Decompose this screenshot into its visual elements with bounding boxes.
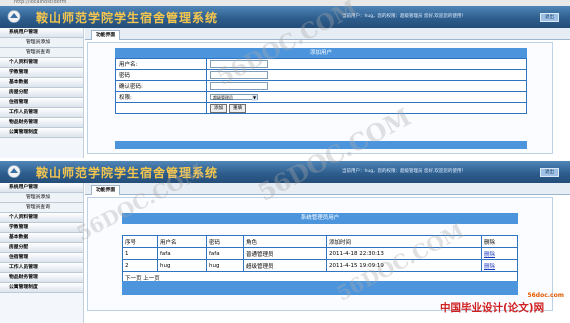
username-label: 用户名: bbox=[115, 58, 207, 70]
cell-no: 2 bbox=[122, 259, 158, 272]
column-header-time: 添加时间 bbox=[326, 235, 482, 248]
sidebar-item-user-management[interactable]: 系统用户管理 bbox=[0, 28, 83, 38]
site-brand: 56doc.com 中国毕业设计(论文)网 bbox=[440, 292, 568, 318]
column-header-no: 序号 bbox=[122, 235, 158, 248]
cell-role: 超级管理员 bbox=[243, 259, 327, 272]
sidebar-item-rules[interactable]: 公寓管理制度 bbox=[0, 128, 83, 138]
address-text: http://localhost/dorm bbox=[14, 0, 67, 5]
sidebar: 系统用户管理 管理员添加 管理员查询 个人资料管理 学教管理 基本数据 房屋分配… bbox=[0, 28, 84, 158]
admin-list-panel: 系统管理员用户 序号 用户名 密码 角色 添加时间 删除 1 fafa fafa… bbox=[87, 197, 553, 311]
password-label: 密码 bbox=[115, 69, 207, 81]
cell-username: fafa bbox=[157, 247, 207, 260]
sidebar-item-staff[interactable]: 工作人员管理 bbox=[0, 108, 83, 118]
role-label: 权限: bbox=[115, 91, 207, 103]
column-header-password: 密码 bbox=[206, 235, 244, 248]
table-header-row: 序号 用户名 密码 角色 添加时间 删除 bbox=[122, 235, 518, 248]
sidebar-item-query-admin[interactable]: 管理员查询 bbox=[0, 203, 83, 213]
sidebar-item-add-admin[interactable]: 管理员添加 bbox=[0, 193, 83, 203]
main-area: 功能界面 添加用户 用户名: 密码 确认密码: 权限: 超级管理员 ▼ 添加 重… bbox=[85, 28, 570, 158]
column-header-role: 角色 bbox=[243, 235, 327, 248]
sidebar-item-rules[interactable]: 公寓管理制度 bbox=[0, 283, 83, 293]
sidebar-item-teaching[interactable]: 学教管理 bbox=[0, 223, 83, 233]
cell-username: hug bbox=[157, 259, 207, 272]
form-footer-bar bbox=[115, 141, 527, 149]
button-cell-spacer bbox=[115, 102, 207, 114]
sidebar-item-query-admin[interactable]: 管理员查询 bbox=[0, 48, 83, 58]
tab-bar: 功能界面 bbox=[85, 28, 570, 40]
password-input[interactable] bbox=[210, 71, 268, 79]
logo-icon bbox=[7, 165, 21, 178]
confirm-password-input[interactable] bbox=[210, 82, 268, 90]
add-user-form: 用户名: 密码 确认密码: 权限: 超级管理员 ▼ 添加 重填 bbox=[115, 58, 527, 114]
role-select[interactable]: 超级管理员 ▼ bbox=[210, 93, 258, 101]
sidebar-item-staff[interactable]: 工作人员管理 bbox=[0, 263, 83, 273]
brand-site: 56doc.com bbox=[527, 292, 564, 299]
delete-link[interactable]: 删除 bbox=[484, 264, 495, 270]
cell-password: fafa bbox=[206, 247, 244, 260]
cell-password: hug bbox=[206, 259, 244, 272]
cell-no: 1 bbox=[122, 247, 158, 260]
exit-button[interactable]: 退出 bbox=[540, 13, 559, 22]
sidebar-item-room-allocation[interactable]: 房屋分配 bbox=[0, 243, 83, 253]
username-input[interactable] bbox=[210, 60, 268, 68]
form-caption: 添加用户 bbox=[115, 48, 527, 58]
sidebar-item-lodging[interactable]: 住宿管理 bbox=[0, 253, 83, 263]
sidebar-item-finance[interactable]: 物品财务管理 bbox=[0, 118, 83, 128]
column-header-delete: 删除 bbox=[481, 235, 518, 248]
chevron-down-icon: ▼ bbox=[252, 94, 257, 101]
confirm-password-label: 确认密码: bbox=[115, 80, 207, 92]
delete-link[interactable]: 删除 bbox=[484, 252, 495, 258]
cell-role: 普通管理员 bbox=[243, 247, 327, 260]
user-info: 当前用户：hug，您的权限：超级管理员 您好,欢迎您的使用！ bbox=[342, 169, 466, 174]
app-title: 鞍山师范学院学生宿舍管理系统 bbox=[36, 11, 219, 25]
sidebar-item-profile[interactable]: 个人资料管理 bbox=[0, 58, 83, 68]
table-row: 2 hug hug 超级管理员 2011-4-15 19:09:19 删除 bbox=[122, 259, 518, 272]
sidebar-item-teaching[interactable]: 学教管理 bbox=[0, 68, 83, 78]
sidebar-item-profile[interactable]: 个人资料管理 bbox=[0, 213, 83, 223]
cell-time: 2011-4-15 19:09:19 bbox=[326, 259, 482, 272]
sidebar-item-basic-data[interactable]: 基本数据 bbox=[0, 233, 83, 243]
tab-function[interactable]: 功能界面 bbox=[91, 30, 121, 40]
list-footer-bar bbox=[122, 281, 518, 295]
add-user-panel: 添加用户 用户名: 密码 确认密码: 权限: 超级管理员 ▼ 添加 重填 bbox=[87, 42, 553, 154]
app-window-add-user: 鞍山师范学院学生宿舍管理系统 当前用户：hug，您的权限：超级管理员 您好,欢迎… bbox=[0, 6, 570, 158]
app-title: 鞍山师范学院学生宿舍管理系统 bbox=[36, 166, 219, 180]
sidebar-item-add-admin[interactable]: 管理员添加 bbox=[0, 38, 83, 48]
add-button[interactable]: 添加 bbox=[210, 103, 227, 113]
sidebar-item-lodging[interactable]: 住宿管理 bbox=[0, 98, 83, 108]
role-select-value: 超级管理员 bbox=[213, 94, 233, 100]
app-header: 鞍山师范学院学生宿舍管理系统 当前用户：hug，您的权限：超级管理员 您好,欢迎… bbox=[0, 161, 570, 183]
exit-button[interactable]: 退出 bbox=[540, 168, 559, 177]
user-info: 当前用户：hug，您的权限：超级管理员 您好,欢迎您的使用！ bbox=[342, 14, 466, 19]
tab-bar: 功能界面 bbox=[85, 183, 570, 195]
logo-icon bbox=[7, 10, 21, 23]
brand-name: 中国毕业设计(论文)网 bbox=[440, 302, 545, 314]
tab-function[interactable]: 功能界面 bbox=[91, 185, 121, 195]
table-row: 1 fafa fafa 普通管理员 2011-4-18 22:30:13 删除 bbox=[122, 247, 518, 260]
admin-table: 序号 用户名 密码 角色 添加时间 删除 1 fafa fafa 普通管理员 2… bbox=[122, 235, 518, 284]
sidebar-item-basic-data[interactable]: 基本数据 bbox=[0, 78, 83, 88]
sidebar-item-room-allocation[interactable]: 房屋分配 bbox=[0, 88, 83, 98]
sidebar-item-user-management[interactable]: 系统用户管理 bbox=[0, 183, 83, 193]
sidebar: 系统用户管理 管理员添加 管理员查询 个人资料管理 学教管理 基本数据 房屋分配… bbox=[0, 183, 84, 323]
reset-button[interactable]: 重填 bbox=[229, 103, 246, 113]
column-header-username: 用户名 bbox=[157, 235, 207, 248]
app-header: 鞍山师范学院学生宿舍管理系统 当前用户：hug，您的权限：超级管理员 您好,欢迎… bbox=[0, 6, 570, 28]
sidebar-item-finance[interactable]: 物品财务管理 bbox=[0, 273, 83, 283]
cell-time: 2011-4-18 22:30:13 bbox=[326, 247, 482, 260]
list-caption: 系统管理员用户 bbox=[122, 213, 518, 224]
